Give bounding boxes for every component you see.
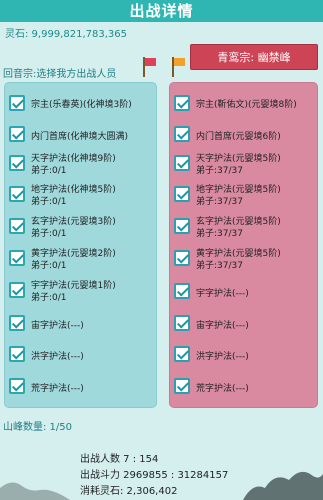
cost-summary: 消耗灵石: 2,306,402 bbox=[80, 486, 178, 497]
disciple-count: 弟子:37/37 bbox=[196, 261, 243, 271]
red-flag-icon bbox=[143, 57, 157, 77]
member-name: 荒字护法(---) bbox=[31, 384, 84, 394]
checkbox-checked-icon[interactable] bbox=[174, 315, 190, 331]
disciple-count: 弟子:0/1 bbox=[31, 261, 67, 271]
member-name: 洪字护法(---) bbox=[196, 352, 249, 362]
enemy-sect-banner[interactable]: 青鸾宗: 幽禁峰 bbox=[190, 44, 318, 70]
our-team-panel: 宗主(乐春英)(化神境3阶) 内门首席(化神境大圆满) 天字护法(化神境9阶) … bbox=[4, 82, 157, 408]
spirit-stone-balance: 灵石: 9,999,821,783,365 bbox=[5, 29, 127, 40]
fighters-summary: 出战人数 7 : 154 bbox=[80, 454, 159, 465]
member-name: 洪字护法(---) bbox=[31, 352, 84, 362]
right-row-3[interactable]: 地字护法(元婴境5阶) 弟子:37/37 bbox=[170, 180, 317, 210]
right-row-9[interactable]: 荒字护法(---) bbox=[170, 373, 317, 403]
member-name: 宙字护法(---) bbox=[196, 321, 249, 331]
checkbox-checked-icon[interactable] bbox=[174, 155, 190, 171]
member-name: 内门首席(化神境大圆满) bbox=[31, 132, 129, 142]
left-row-2[interactable]: 天字护法(化神境9阶) 弟子:0/1 bbox=[5, 149, 156, 179]
ink-mountain-left-decoration bbox=[0, 482, 70, 500]
left-row-9[interactable]: 荒字护法(---) bbox=[5, 373, 156, 403]
disciple-count: 弟子:0/1 bbox=[31, 293, 67, 303]
right-row-8[interactable]: 洪字护法(---) bbox=[170, 341, 317, 371]
checkbox-checked-icon[interactable] bbox=[9, 250, 25, 266]
left-row-8[interactable]: 洪字护法(---) bbox=[5, 341, 156, 371]
left-row-7[interactable]: 宙字护法(---) bbox=[5, 310, 156, 340]
ink-mountain-right-decoration bbox=[243, 471, 323, 500]
left-row-3[interactable]: 地字护法(化神境5阶) 弟子:0/1 bbox=[5, 180, 156, 210]
disciple-count: 弟子:0/1 bbox=[31, 166, 67, 176]
checkbox-checked-icon[interactable] bbox=[9, 282, 25, 298]
left-row-0[interactable]: 宗主(乐春英)(化神境3阶) bbox=[5, 89, 156, 119]
member-name: 宇字护法(---) bbox=[196, 289, 249, 299]
checkbox-checked-icon[interactable] bbox=[9, 378, 25, 394]
checkbox-checked-icon[interactable] bbox=[174, 218, 190, 234]
checkbox-checked-icon[interactable] bbox=[9, 186, 25, 202]
checkbox-checked-icon[interactable] bbox=[9, 346, 25, 362]
checkbox-checked-icon[interactable] bbox=[174, 95, 190, 111]
right-row-1[interactable]: 内门首席(元婴境6阶) bbox=[170, 121, 317, 151]
member-name: 内门首席(元婴境6阶) bbox=[196, 132, 281, 142]
disciple-count: 弟子:0/1 bbox=[31, 229, 67, 239]
member-name: 宗主(靳佑文)(元婴境8阶) bbox=[196, 100, 297, 110]
checkbox-checked-icon[interactable] bbox=[174, 250, 190, 266]
checkbox-checked-icon[interactable] bbox=[174, 186, 190, 202]
page-title: 出战详情 bbox=[129, 2, 194, 20]
disciple-count: 弟子:0/1 bbox=[31, 197, 67, 207]
peak-count: 山峰数量: 1/50 bbox=[3, 422, 73, 433]
checkbox-checked-icon[interactable] bbox=[9, 126, 25, 142]
left-row-1[interactable]: 内门首席(化神境大圆满) bbox=[5, 121, 156, 151]
our-team-header: 回音宗:选择我方出战人员 bbox=[3, 69, 117, 80]
checkbox-checked-icon[interactable] bbox=[9, 155, 25, 171]
power-summary: 出战斗力 2969855 : 31284157 bbox=[80, 470, 229, 481]
member-name: 荒字护法(---) bbox=[196, 384, 249, 394]
disciple-count: 弟子:37/37 bbox=[196, 197, 243, 207]
right-row-6[interactable]: 宇字护法(---) bbox=[170, 278, 317, 308]
checkbox-checked-icon[interactable] bbox=[9, 315, 25, 331]
left-row-4[interactable]: 玄字护法(元婴境3阶) 弟子:0/1 bbox=[5, 212, 156, 242]
enemy-team-panel: 宗主(靳佑文)(元婴境8阶) 内门首席(元婴境6阶) 天字护法(元婴境5阶) 弟… bbox=[169, 82, 318, 408]
orange-flag-icon bbox=[172, 57, 186, 77]
left-row-5[interactable]: 黄字护法(元婴境2阶) 弟子:0/1 bbox=[5, 244, 156, 274]
member-name: 宙字护法(---) bbox=[31, 321, 84, 331]
checkbox-checked-icon[interactable] bbox=[174, 378, 190, 394]
right-row-7[interactable]: 宙字护法(---) bbox=[170, 310, 317, 340]
checkbox-checked-icon[interactable] bbox=[9, 218, 25, 234]
right-row-2[interactable]: 天字护法(元婴境5阶) 弟子:37/37 bbox=[170, 149, 317, 179]
disciple-count: 弟子:37/37 bbox=[196, 166, 243, 176]
checkbox-checked-icon[interactable] bbox=[174, 346, 190, 362]
disciple-count: 弟子:37/37 bbox=[196, 229, 243, 239]
checkbox-checked-icon[interactable] bbox=[9, 95, 25, 111]
right-row-0[interactable]: 宗主(靳佑文)(元婴境8阶) bbox=[170, 89, 317, 119]
left-row-6[interactable]: 宇字护法(元婴境1阶) 弟子:0/1 bbox=[5, 276, 156, 306]
right-row-4[interactable]: 玄字护法(元婴境5阶) 弟子:37/37 bbox=[170, 212, 317, 242]
checkbox-checked-icon[interactable] bbox=[174, 283, 190, 299]
member-name: 宗主(乐春英)(化神境3阶) bbox=[31, 100, 132, 110]
checkbox-checked-icon[interactable] bbox=[174, 126, 190, 142]
right-row-5[interactable]: 黄字护法(元婴境5阶) 弟子:37/37 bbox=[170, 244, 317, 274]
